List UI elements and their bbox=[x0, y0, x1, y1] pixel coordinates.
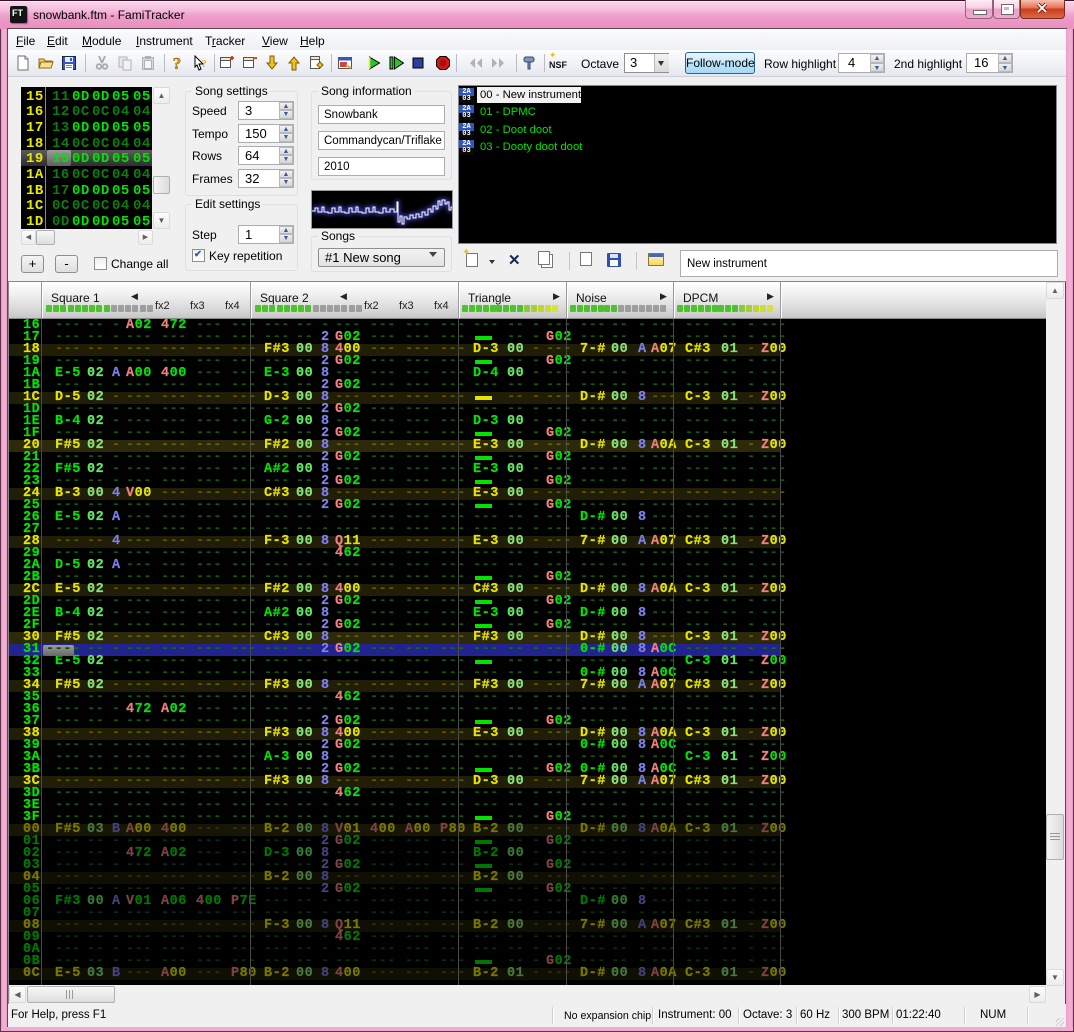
svg-text:?: ? bbox=[173, 55, 182, 71]
svg-text:?: ? bbox=[202, 59, 207, 70]
